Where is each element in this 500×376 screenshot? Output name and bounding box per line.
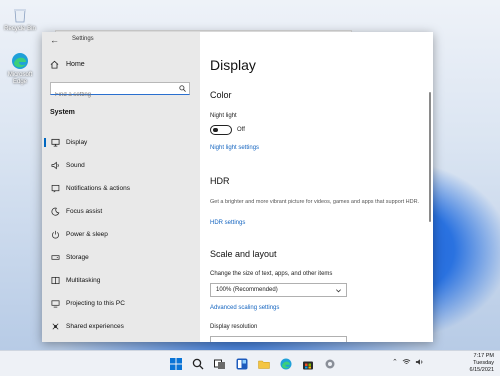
scale-dropdown-value: 100% (Recommended) <box>216 287 278 293</box>
chevron-down-icon <box>336 289 341 293</box>
resolution-dropdown[interactable] <box>210 336 347 342</box>
search-input[interactable] <box>51 89 175 101</box>
power-icon <box>50 229 60 239</box>
clock-day: Tuesday <box>473 360 494 366</box>
settings-window: Home System Display Sound Notifications … <box>42 32 433 342</box>
desktop-icon-label: Microsoft Edge <box>7 72 33 85</box>
sidebar: Home System Display Sound Notifications … <box>42 32 200 342</box>
shared-experiences-icon <box>50 321 60 331</box>
sidebar-item-display[interactable]: Display <box>42 133 200 151</box>
hdr-heading: HDR <box>210 176 230 186</box>
size-label: Change the size of text, apps, and other… <box>210 271 333 277</box>
sidebar-item-focus-assist[interactable]: Focus assist <box>42 202 200 220</box>
storage-icon <box>50 252 60 262</box>
night-light-toggle[interactable] <box>210 125 232 135</box>
advanced-scaling-link[interactable]: Advanced scaling settings <box>210 305 279 311</box>
monitor-icon <box>50 137 60 147</box>
resolution-label: Display resolution <box>210 324 258 330</box>
scale-heading: Scale and layout <box>210 249 277 259</box>
sidebar-item-label: Storage <box>66 253 89 261</box>
sidebar-item-storage[interactable]: Storage <box>42 248 200 266</box>
hdr-description: Get a brighter and more vibrant picture … <box>210 199 420 205</box>
recycle-bin-icon <box>11 6 29 24</box>
system-tray: ⌃ <box>392 358 424 368</box>
volume-icon[interactable] <box>415 358 424 368</box>
scale-dropdown[interactable]: 100% (Recommended) <box>210 283 347 297</box>
task-view-icon[interactable] <box>212 356 227 371</box>
night-light-state: Off <box>237 127 245 133</box>
chevron-up-icon[interactable]: ⌃ <box>392 358 398 368</box>
section-label: System <box>50 109 75 116</box>
night-light-label: Night light <box>210 113 237 119</box>
active-indicator <box>44 138 46 147</box>
settings-icon[interactable] <box>322 356 337 371</box>
desktop-icon-edge[interactable]: Microsoft Edge <box>3 52 37 86</box>
page-title: Display <box>210 57 256 73</box>
taskbar: ⌃ 7:17 PM Tuesday 6/15/2021 <box>0 350 500 376</box>
night-light-settings-link[interactable]: Night light settings <box>210 145 259 151</box>
speaker-icon <box>50 160 60 170</box>
widgets-icon[interactable] <box>234 356 249 371</box>
color-heading: Color <box>210 90 232 100</box>
multitasking-icon <box>50 275 60 285</box>
store-icon[interactable] <box>300 356 315 371</box>
sidebar-item-label: Multitasking <box>66 276 101 284</box>
search-icon[interactable] <box>179 85 186 92</box>
sidebar-item-label: Sound <box>66 161 85 169</box>
clock-time: 7:17 PM <box>473 353 494 359</box>
taskbar-icons <box>168 356 337 371</box>
sidebar-item-label: Shared experiences <box>66 322 124 330</box>
sidebar-item-label: Notifications & actions <box>66 184 130 192</box>
file-explorer-icon[interactable] <box>256 356 271 371</box>
sidebar-item-label: Power & sleep <box>66 230 108 238</box>
search-icon[interactable] <box>190 356 205 371</box>
sidebar-item-label: Display <box>66 138 88 146</box>
sidebar-item-shared-experiences[interactable]: Shared experiences <box>42 317 200 335</box>
edge-icon <box>11 52 29 70</box>
projecting-icon <box>50 298 60 308</box>
moon-icon <box>50 206 60 216</box>
sidebar-item-power-sleep[interactable]: Power & sleep <box>42 225 200 243</box>
desktop-icon-label: Recycle Bin <box>4 26 36 32</box>
sidebar-item-label: Home <box>66 61 85 68</box>
start-icon[interactable] <box>168 356 183 371</box>
network-icon[interactable] <box>402 358 411 368</box>
sidebar-item-notifications[interactable]: Notifications & actions <box>42 179 200 197</box>
desktop-icon-recycle-bin[interactable]: Recycle Bin <box>3 6 37 33</box>
sidebar-item-multitasking[interactable]: Multitasking <box>42 271 200 289</box>
sidebar-item-projecting[interactable]: Projecting to this PC <box>42 294 200 312</box>
sidebar-item-label: Projecting to this PC <box>66 299 125 307</box>
sidebar-item-home[interactable]: Home <box>50 60 85 69</box>
home-icon <box>50 60 59 69</box>
toggle-knob <box>213 127 218 133</box>
edge-icon[interactable] <box>278 356 293 371</box>
back-arrow-icon[interactable]: ← <box>50 35 59 45</box>
clock[interactable]: 7:17 PM Tuesday 6/15/2021 <box>470 353 494 374</box>
clock-date: 6/15/2021 <box>469 367 494 373</box>
window-title: Settings <box>72 36 94 42</box>
sidebar-item-label: Focus assist <box>66 207 103 215</box>
search-box[interactable] <box>50 82 190 101</box>
content-pane: Display Color Night light Off Night ligh… <box>200 32 433 342</box>
scrollbar[interactable] <box>429 92 431 222</box>
hdr-settings-link[interactable]: HDR settings <box>210 220 245 226</box>
sidebar-item-sound[interactable]: Sound <box>42 156 200 174</box>
notification-icon <box>50 183 60 193</box>
